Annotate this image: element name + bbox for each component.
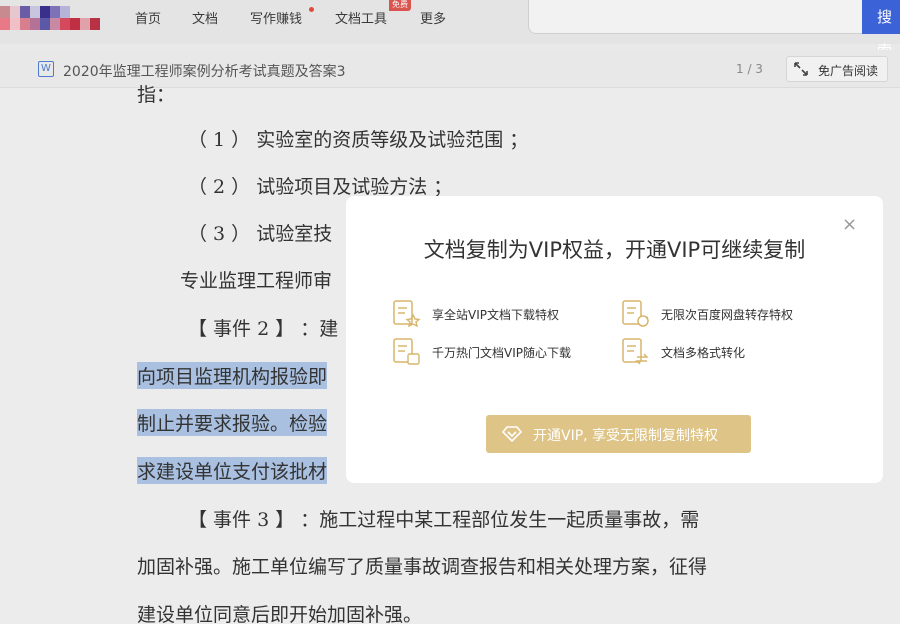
search-button[interactable]: 搜索 (862, 0, 900, 60)
doc-line-selected: 向项目监理机构报验即 (137, 362, 328, 389)
adfree-label: 免广告阅读 (818, 64, 879, 78)
doc-line: 指： (137, 84, 176, 106)
benefit-label: 享全站VIP文档下载特权 (432, 308, 559, 322)
doc-line: 【 事件 3 】 ：施工过程中某工程部位发生一起质量事故，需 (188, 509, 700, 531)
adfree-reading-button[interactable]: 免广告阅读 (786, 56, 888, 82)
free-badge: 免费 (389, 0, 411, 11)
doc-line-selected: 制止并要求报验。检验 (137, 409, 328, 436)
nav-home[interactable]: 首页 (135, 8, 161, 27)
doc-free-icon (392, 337, 422, 371)
vip-copy-modal: × 文档复制为VIP权益，开通VIP可继续复制 享全站VIP文档下载特权 无限次… (346, 196, 883, 483)
close-icon[interactable]: × (842, 214, 857, 235)
modal-title: 文档复制为VIP权益，开通VIP可继续复制 (423, 238, 806, 262)
benefit-label: 千万热门文档VIP随心下载 (432, 346, 571, 360)
nav-docs[interactable]: 文档 (192, 8, 218, 27)
doc-title: 2020年监理工程师案例分析考试真题及答案3 (63, 64, 346, 80)
nav-notification-dot (309, 7, 314, 12)
doc-line: （ 2 ） 试验项目及试验方法 ； (188, 176, 453, 198)
doc-refresh-icon (621, 299, 651, 333)
benefit-label: 无限次百度网盘转存特权 (661, 308, 794, 322)
open-vip-label: 开通VIP, 享受无限制复制特权 (533, 428, 719, 444)
nav-more[interactable]: 更多 (420, 8, 446, 27)
doc-toolbar: W 2020年监理工程师案例分析考试真题及答案3 1 / 3 免广告阅读 (0, 50, 900, 88)
doc-line: 建设单位同意后即开始加固补强。 (137, 604, 423, 624)
doc-line: 专业监理工程师审 (180, 270, 333, 292)
doc-star-icon (392, 299, 422, 333)
nav-write-earn[interactable]: 写作赚钱 (250, 8, 302, 27)
page-indicator: 1 / 3 (736, 62, 763, 76)
doc-line-selected: 求建设单位支付该批材 (137, 457, 328, 484)
doc-line: （ 1 ） 实验室的资质等级及试验范围 ； (188, 129, 529, 151)
doc-line: 【 事件 2 】 ：建 (188, 318, 339, 340)
doc-line: （ 3 ） 试验室技 (188, 223, 333, 245)
benefit-label: 文档多格式转化 (661, 346, 746, 360)
site-logo-pixelated[interactable] (0, 6, 100, 30)
top-nav: 首页 文档 写作赚钱 文档工具 免费 更多 搜索 (0, 0, 900, 60)
word-file-icon: W (38, 61, 54, 77)
search-input[interactable] (528, 0, 864, 34)
diamond-icon (501, 425, 523, 447)
doc-convert-icon (621, 337, 651, 371)
nav-doc-tools[interactable]: 文档工具 (335, 8, 387, 27)
expand-icon (793, 61, 809, 81)
open-vip-button[interactable]: 开通VIP, 享受无限制复制特权 (486, 415, 751, 453)
doc-line: 加固补强。施工单位编写了质量事故调查报告和相关处理方案，征得 (137, 556, 708, 578)
